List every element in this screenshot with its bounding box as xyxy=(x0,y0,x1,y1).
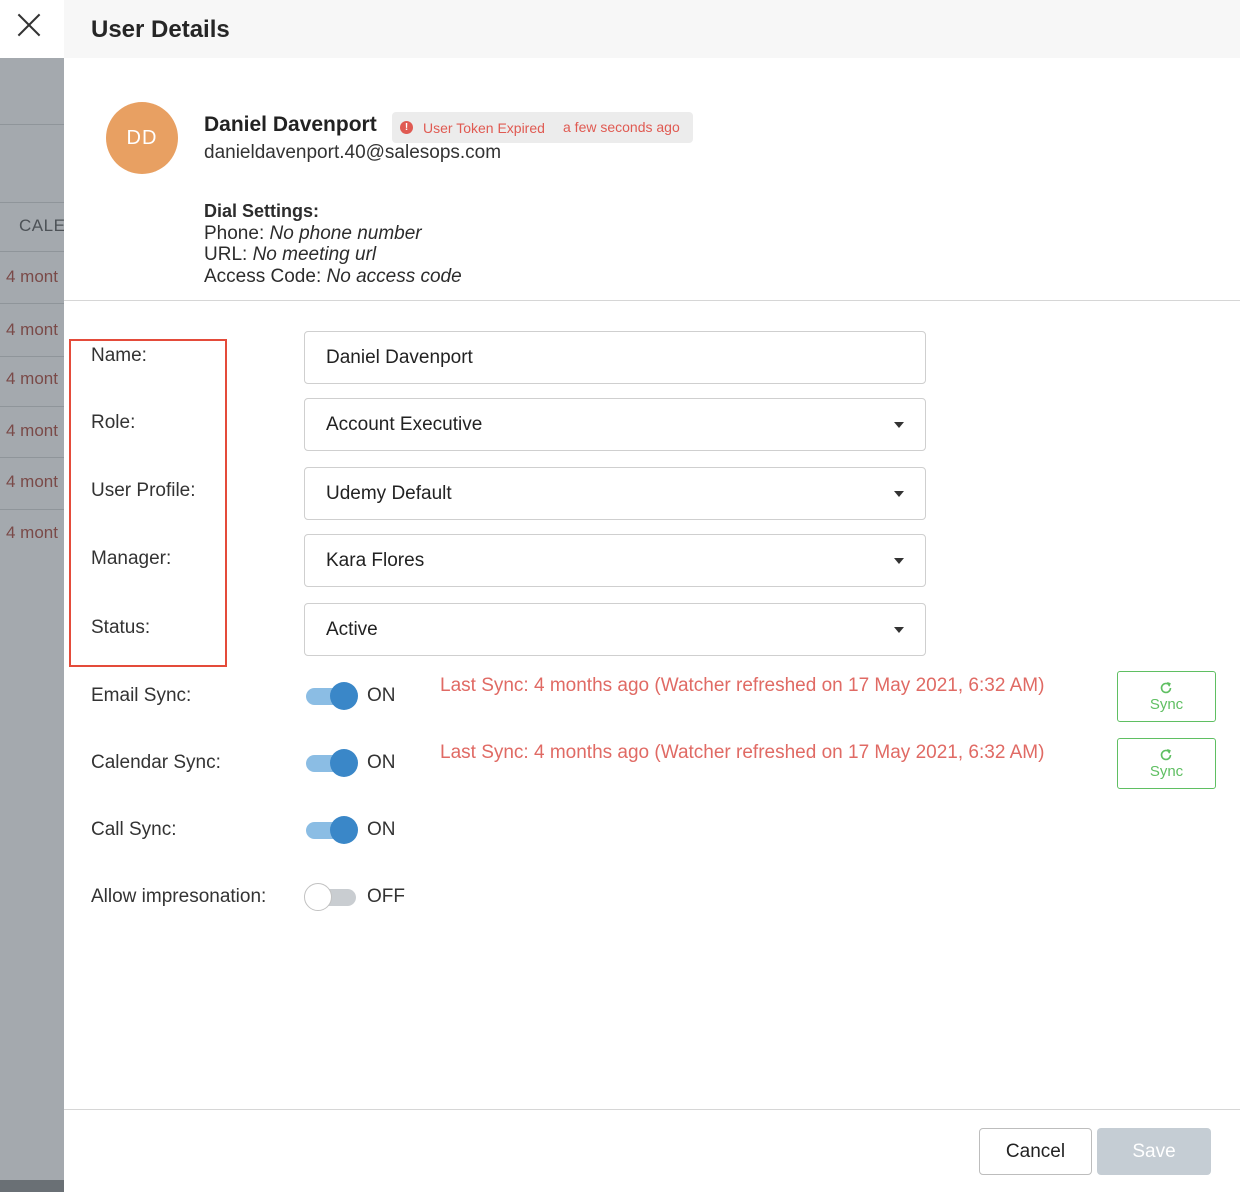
dial-settings: Dial Settings: Phone: No phone number UR… xyxy=(204,201,462,287)
chevron-down-icon xyxy=(894,422,904,428)
manager-label: Manager: xyxy=(91,548,172,569)
sync-button-label: Sync xyxy=(1149,696,1184,713)
divider xyxy=(0,251,64,252)
role-label: Role: xyxy=(91,412,136,433)
user-details-panel: User Details DD Daniel Davenport ! User … xyxy=(64,0,1240,1192)
dial-access-code: Access Code: No access code xyxy=(204,266,462,288)
toggle-knob xyxy=(304,883,332,911)
dial-settings-title: Dial Settings: xyxy=(204,201,320,221)
email-sync-message: Last Sync: 4 months ago (Watcher refresh… xyxy=(440,675,1045,696)
calendar-sync-toggle[interactable] xyxy=(306,749,358,777)
role-value: Account Executive xyxy=(326,414,483,435)
name-label: Name: xyxy=(91,345,147,366)
user-email: danieldavenport.40@salesops.com xyxy=(204,142,502,163)
call-sync-toggle[interactable] xyxy=(306,816,358,844)
name-field[interactable]: Daniel Davenport xyxy=(304,331,926,384)
dial-phone-label: Phone: xyxy=(204,222,265,244)
user-profile-value: Udemy Default xyxy=(326,483,452,504)
manager-value: Kara Flores xyxy=(326,550,425,571)
background-page: CALE 4 mont 4 mont 4 mont 4 mont 4 mont … xyxy=(0,0,64,1192)
page-title: User Details xyxy=(91,16,230,43)
token-status-text: User Token Expired xyxy=(423,120,545,136)
divider xyxy=(0,124,64,125)
refresh-icon xyxy=(1160,749,1172,761)
email-sync-state: ON xyxy=(367,685,396,706)
impersonation-state: OFF xyxy=(367,886,405,907)
name-value: Daniel Davenport xyxy=(326,347,473,368)
chevron-down-icon xyxy=(894,627,904,633)
status-select[interactable]: Active xyxy=(304,603,926,656)
sync-button-label: Sync xyxy=(1149,763,1184,780)
toggle-knob xyxy=(330,749,358,777)
background-footer xyxy=(0,1180,64,1192)
dial-access-label: Access Code: xyxy=(204,265,322,287)
dial-phone: Phone: No phone number xyxy=(204,223,462,245)
dial-url: URL: No meeting url xyxy=(204,244,462,266)
calendar-sync-message: Last Sync: 4 months ago (Watcher refresh… xyxy=(440,742,1045,763)
divider xyxy=(64,300,1240,301)
toggle-knob xyxy=(330,816,358,844)
status-value: Active xyxy=(326,619,378,640)
cancel-button[interactable]: Cancel xyxy=(979,1128,1092,1175)
user-profile-select[interactable]: Udemy Default xyxy=(304,467,926,520)
dial-access-value: No access code xyxy=(326,265,462,287)
calendar-sync-state: ON xyxy=(367,752,396,773)
role-select[interactable]: Account Executive xyxy=(304,398,926,451)
divider xyxy=(0,509,64,510)
warning-icon: ! xyxy=(400,121,413,134)
divider xyxy=(64,1109,1240,1110)
chevron-down-icon xyxy=(894,491,904,497)
impersonation-toggle[interactable] xyxy=(304,883,358,911)
refresh-icon xyxy=(1160,682,1172,694)
divider xyxy=(0,356,64,357)
background-overlay: CALE 4 mont 4 mont 4 mont 4 mont 4 mont … xyxy=(0,58,64,1192)
status-label: Status: xyxy=(91,617,151,638)
dial-url-value: No meeting url xyxy=(252,244,377,265)
user-profile-label: User Profile: xyxy=(91,480,196,501)
background-row-text: 4 mont xyxy=(6,320,58,339)
background-row-text: 4 mont xyxy=(6,267,58,286)
calendar-sync-label: Calendar Sync: xyxy=(91,752,221,773)
panel-header: User Details xyxy=(64,0,1240,58)
toggle-knob xyxy=(330,682,358,710)
dial-url-label: URL: xyxy=(204,244,248,265)
calendar-sync-button[interactable]: Sync xyxy=(1117,738,1216,789)
manager-select[interactable]: Kara Flores xyxy=(304,534,926,587)
close-area xyxy=(0,0,64,58)
status-badge: ! User Token Expired a few seconds ago xyxy=(392,112,693,143)
divider xyxy=(0,303,64,304)
divider xyxy=(0,202,64,203)
avatar: DD xyxy=(106,102,178,174)
column-header-calendar: CALE xyxy=(19,216,64,235)
chevron-down-icon xyxy=(894,558,904,564)
email-sync-toggle[interactable] xyxy=(306,682,358,710)
background-row-text: 4 mont xyxy=(6,523,58,542)
email-sync-label: Email Sync: xyxy=(91,685,192,706)
save-button[interactable]: Save xyxy=(1097,1128,1211,1175)
divider xyxy=(0,457,64,458)
background-row-text: 4 mont xyxy=(6,421,58,440)
divider xyxy=(0,406,64,407)
user-name: Daniel Davenport xyxy=(204,113,377,136)
background-row-text: 4 mont xyxy=(6,369,58,388)
token-time-text: a few seconds ago xyxy=(563,119,680,135)
background-row-text: 4 mont xyxy=(6,472,58,491)
impersonation-label: Allow impresonation: xyxy=(91,886,267,907)
call-sync-label: Call Sync: xyxy=(91,819,177,840)
close-icon[interactable] xyxy=(16,12,42,38)
call-sync-state: ON xyxy=(367,819,396,840)
email-sync-button[interactable]: Sync xyxy=(1117,671,1216,722)
dial-phone-value: No phone number xyxy=(269,222,422,244)
